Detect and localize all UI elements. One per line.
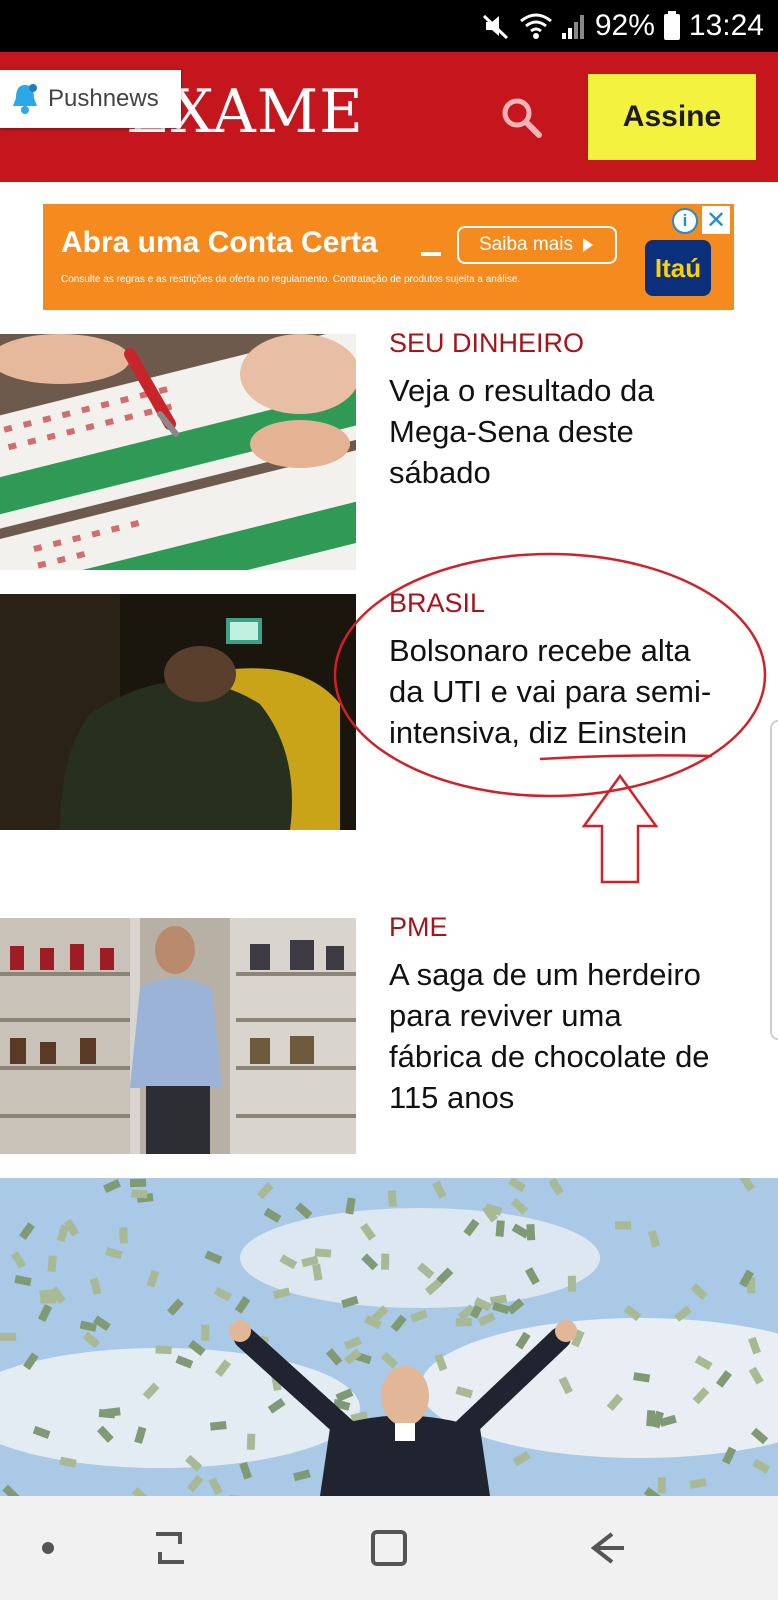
- home-icon[interactable]: [359, 1518, 419, 1578]
- hospital-bed-photo[interactable]: [0, 594, 356, 830]
- article-item[interactable]: PME A saga de um herdeiro para reviver u…: [0, 912, 778, 1158]
- itau-logo: Itaú: [645, 240, 711, 296]
- wifi-icon: [519, 13, 552, 39]
- article-headline[interactable]: Bolsonaro recebe alta da UTI e vai para …: [389, 630, 759, 753]
- back-icon[interactable]: [576, 1518, 636, 1578]
- headline-line: da UTI e vai para semi-: [389, 674, 712, 709]
- article-category[interactable]: BRASIL: [389, 588, 485, 619]
- article-category[interactable]: SEU DINHEIRO: [389, 328, 584, 359]
- headline-line: 115 anos: [389, 1080, 515, 1115]
- article-category[interactable]: PME: [389, 912, 448, 943]
- cell-signal-icon: [561, 15, 584, 39]
- headline-line: para reviver uma: [389, 998, 622, 1033]
- battery-percentage: 92%: [594, 9, 655, 42]
- pushnews-badge[interactable]: Pushnews: [0, 70, 181, 128]
- subscribe-button[interactable]: Assine: [588, 74, 756, 160]
- ad-cta-label: Saiba mais: [479, 234, 573, 255]
- article-headline[interactable]: Veja o resultado da Mega-Sena deste sába…: [389, 370, 759, 493]
- headline-line: fábrica de chocolate de: [389, 1039, 710, 1074]
- article-headline[interactable]: A saga de um herdeiro para reviver uma f…: [389, 954, 759, 1118]
- ad-cta-button[interactable]: Saiba mais: [457, 226, 617, 264]
- money-rain-photo[interactable]: [0, 1178, 778, 1496]
- status-icons: 92% 13:24: [481, 8, 764, 44]
- headline-line: A saga de um herdeiro: [389, 957, 701, 992]
- mute-icon: [482, 14, 508, 40]
- pushnews-label: Pushnews: [48, 85, 159, 112]
- article-item[interactable]: BRASIL Bolsonaro recebe alta da UTI e va…: [0, 588, 778, 834]
- dot-icon[interactable]: [18, 1518, 78, 1578]
- headline-line: Bolsonaro recebe alta: [389, 633, 691, 668]
- recent-apps-icon[interactable]: [140, 1518, 200, 1578]
- clock: 13:24: [688, 9, 764, 42]
- bell-icon: [13, 84, 37, 114]
- ad-banner[interactable]: Abra uma Conta Certa Saiba mais Consulte…: [43, 204, 734, 310]
- article-item[interactable]: SEU DINHEIRO Veja o resultado da Mega-Se…: [0, 328, 778, 574]
- lottery-ticket-photo[interactable]: [0, 334, 356, 570]
- battery-icon: [663, 11, 680, 40]
- play-arrow-icon: [583, 238, 593, 252]
- headline-line: Veja o resultado da: [389, 373, 655, 408]
- status-bar: 92% 13:24: [0, 0, 778, 52]
- headline-line: Mega-Sena deste: [389, 414, 634, 449]
- headline-line: sábado: [389, 455, 491, 490]
- search-button[interactable]: [498, 94, 546, 142]
- info-icon[interactable]: i: [672, 208, 698, 234]
- close-icon[interactable]: ✕: [702, 206, 730, 234]
- search-icon: [502, 98, 542, 138]
- headline-line: intensiva, diz Einstein: [389, 715, 688, 750]
- ad-fine-print: Consulte as regras e as restrições da of…: [61, 274, 521, 285]
- system-nav-bar: [0, 1496, 778, 1600]
- chocolate-shop-photo[interactable]: [0, 918, 356, 1154]
- ad-headline: Abra uma Conta Certa: [61, 226, 378, 259]
- scroll-handle[interactable]: [770, 720, 778, 1040]
- ad-cursor: [421, 252, 441, 256]
